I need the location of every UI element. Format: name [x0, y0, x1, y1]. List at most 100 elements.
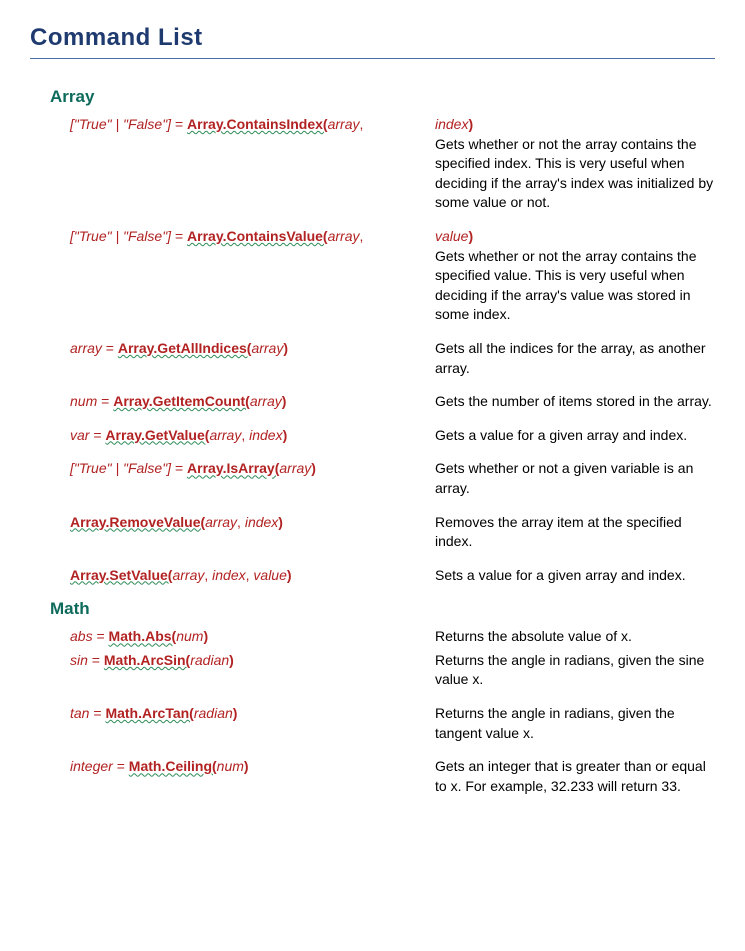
function-name: Array.IsArray( [187, 460, 279, 476]
description-text: Gets an integer that is greater than or … [435, 758, 706, 794]
close-paren: ) [282, 393, 287, 409]
description: Gets whether or not a given variable is … [435, 459, 715, 498]
description: Returns the angle in radians, given the … [435, 704, 715, 743]
description-text: Returns the angle in radians, given the … [435, 705, 675, 741]
command-entry: Array.RemoveValue(array, index)Removes t… [70, 513, 715, 552]
page-title: Command List [30, 24, 715, 52]
command-entry: tan = Math.ArcTan(radian)Returns the ang… [70, 704, 715, 743]
description-text: Returns the absolute value of x. [435, 628, 632, 644]
function-name: Array.GetItemCount( [113, 393, 250, 409]
return-type: ["True" | "False"] [70, 228, 171, 244]
description-text: Gets all the indices for the array, as a… [435, 340, 706, 376]
description: Gets the number of items stored in the a… [435, 392, 715, 412]
equals: = [113, 758, 129, 774]
equals: = [88, 652, 104, 668]
close-paren: ) [283, 427, 288, 443]
function-name: Array.RemoveValue( [70, 514, 205, 530]
signature: array = Array.GetAllIndices(array) [70, 339, 435, 359]
command-entry: ["True" | "False"] = Array.IsArray(array… [70, 459, 715, 498]
description-text: Gets whether or not the array contains t… [435, 248, 696, 323]
signature: abs = Math.Abs(num) [70, 627, 435, 647]
param: num [217, 758, 244, 774]
equals: = [89, 705, 105, 721]
return-type: ["True" | "False"] [70, 116, 171, 132]
param: array [251, 340, 283, 356]
signature: ["True" | "False"] = Array.IsArray(array… [70, 459, 435, 479]
close-paren: ) [283, 340, 288, 356]
command-entry: integer = Math.Ceiling(num)Gets an integ… [70, 757, 715, 796]
section-title: Array [50, 87, 715, 107]
command-entry: Array.SetValue(array, index, value)Sets … [70, 566, 715, 586]
param: index [212, 567, 245, 583]
param: radian [194, 705, 233, 721]
param: array [328, 116, 360, 132]
close-paren: ) [311, 460, 316, 476]
close-paren: ) [278, 514, 283, 530]
equals: = [171, 460, 187, 476]
description-text: Gets whether or not a given variable is … [435, 460, 693, 496]
function-name: Array.SetValue( [70, 567, 172, 583]
description: Gets an integer that is greater than or … [435, 757, 715, 796]
description: Gets a value for a given array and index… [435, 426, 715, 446]
signature: var = Array.GetValue(array, index) [70, 426, 435, 446]
return-type: sin [70, 652, 88, 668]
close-paren: ) [229, 652, 234, 668]
command-entry: sin = Math.ArcSin(radian)Returns the ang… [70, 651, 715, 690]
close-paren: ) [244, 758, 249, 774]
param: array [209, 427, 241, 443]
close-paren: ) [233, 705, 238, 721]
equals: = [93, 628, 109, 644]
signature: num = Array.GetItemCount(array) [70, 392, 435, 412]
description-text: Returns the angle in radians, given the … [435, 652, 704, 688]
command-entry: ["True" | "False"] = Array.ContainsIndex… [70, 115, 715, 213]
return-type: tan [70, 705, 89, 721]
param: num [176, 628, 203, 644]
description: Returns the angle in radians, given the … [435, 651, 715, 690]
close-paren: ) [203, 628, 208, 644]
param: array [250, 393, 282, 409]
close-paren: ) [287, 567, 292, 583]
return-type: num [70, 393, 97, 409]
close-paren: ) [468, 228, 473, 244]
signature: Array.RemoveValue(array, index) [70, 513, 435, 533]
param: array [279, 460, 311, 476]
title-rule [30, 58, 715, 59]
command-entry: abs = Math.Abs(num)Returns the absolute … [70, 627, 715, 647]
description: Returns the absolute value of x. [435, 627, 715, 647]
equals: = [171, 228, 187, 244]
param: array [172, 567, 204, 583]
content: Array ["True" | "False"] = Array.Contains… [30, 87, 715, 796]
equals: = [89, 427, 105, 443]
param: value [435, 228, 468, 244]
function-name: Math.Ceiling( [129, 758, 217, 774]
function-name: Array.GetAllIndices( [118, 340, 252, 356]
equals: = [102, 340, 118, 356]
signature: ["True" | "False"] = Array.ContainsValue… [70, 227, 435, 247]
param: array [205, 514, 237, 530]
description: Sets a value for a given array and index… [435, 566, 715, 586]
command-entry: num = Array.GetItemCount(array)Gets the … [70, 392, 715, 412]
return-type: abs [70, 628, 93, 644]
description-text: Gets the number of items stored in the a… [435, 393, 712, 409]
signature: sin = Math.ArcSin(radian) [70, 651, 435, 671]
signature: Array.SetValue(array, index, value) [70, 566, 435, 586]
function-name: Math.Abs( [109, 628, 177, 644]
return-type: array [70, 340, 102, 356]
param: index [245, 514, 278, 530]
description-text: Gets a value for a given array and index… [435, 427, 687, 443]
section-title: Math [50, 599, 715, 619]
description-text: Gets whether or not the array contains t… [435, 136, 713, 211]
param: array [328, 228, 360, 244]
function-name: Array.GetValue( [105, 427, 209, 443]
param: radian [190, 652, 229, 668]
return-type: ["True" | "False"] [70, 460, 171, 476]
command-entry: ["True" | "False"] = Array.ContainsValue… [70, 227, 715, 325]
signature: integer = Math.Ceiling(num) [70, 757, 435, 777]
close-paren: ) [468, 116, 473, 132]
equals: = [171, 116, 187, 132]
description: value) Gets whether or not the array cont… [435, 227, 715, 325]
command-entry: array = Array.GetAllIndices(array)Gets a… [70, 339, 715, 378]
equals: = [97, 393, 113, 409]
function-name: Array.ContainsValue( [187, 228, 328, 244]
function-name: Math.ArcSin( [104, 652, 190, 668]
